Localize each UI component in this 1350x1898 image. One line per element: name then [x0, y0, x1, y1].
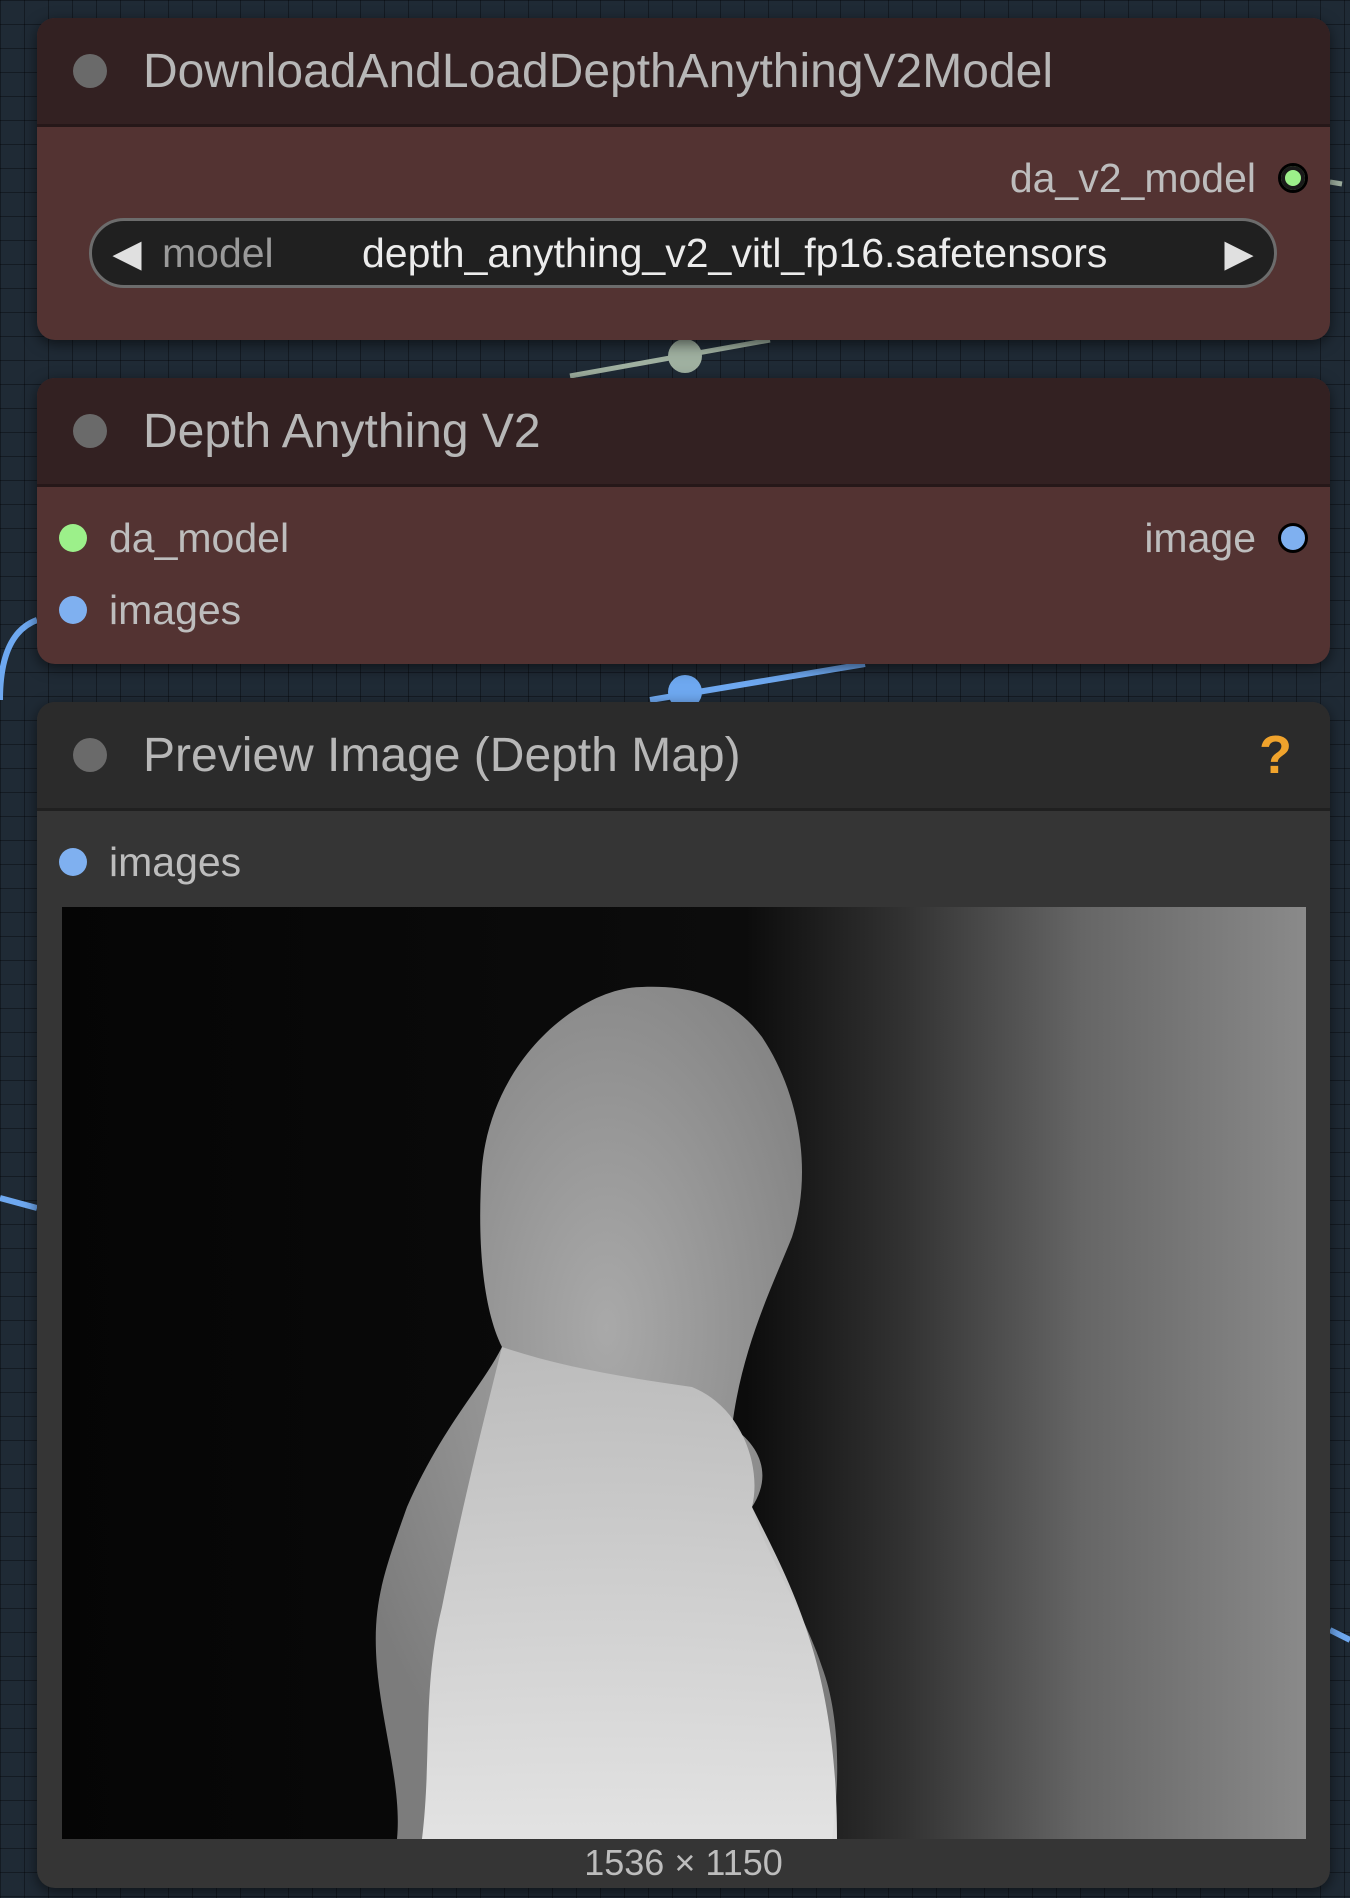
output-label: da_v2_model	[1009, 154, 1256, 201]
preview-image-node[interactable]: Preview Image (Depth Map) ? images 1536 …	[37, 702, 1330, 1888]
collapse-toggle[interactable]	[73, 54, 107, 88]
input-connector-dot[interactable]	[59, 848, 87, 876]
input-label: images	[109, 838, 242, 885]
output-connector-dot[interactable]	[1278, 523, 1308, 553]
model-combo-widget[interactable]: ◀ model depth_anything_v2_vitl_fp16.safe…	[89, 218, 1277, 288]
input-slot-images[interactable]: images	[59, 585, 241, 635]
node-header[interactable]: Preview Image (Depth Map) ?	[37, 702, 1330, 811]
node-header[interactable]: DownloadAndLoadDepthAnythingV2Model	[37, 18, 1330, 127]
collapse-toggle[interactable]	[73, 738, 107, 772]
input-label: da_model	[109, 514, 290, 561]
output-connector-dot[interactable]	[1278, 163, 1308, 193]
image-dimensions-label: 1536 × 1150	[584, 1842, 783, 1883]
depth-map-image	[62, 907, 1306, 1839]
input-slot-da-model[interactable]: da_model	[59, 513, 289, 563]
input-label: images	[109, 586, 242, 633]
node-title: DownloadAndLoadDepthAnythingV2Model	[143, 44, 1053, 98]
input-connector-dot[interactable]	[59, 596, 87, 624]
widget-value[interactable]: depth_anything_v2_vitl_fp16.safetensors	[362, 230, 1204, 277]
widget-label: model	[162, 229, 274, 276]
node-title: Depth Anything V2	[143, 404, 541, 458]
collapse-toggle[interactable]	[73, 414, 107, 448]
output-slot-image[interactable]: image	[1144, 513, 1308, 563]
next-arrow-icon[interactable]: ▶	[1204, 231, 1274, 276]
input-connector-dot[interactable]	[59, 524, 87, 552]
download-load-model-node[interactable]: DownloadAndLoadDepthAnythingV2Model da_v…	[37, 18, 1330, 340]
node-title: Preview Image (Depth Map)	[143, 728, 741, 782]
depth-anything-node[interactable]: Depth Anything V2 da_model images image	[37, 378, 1330, 664]
prev-arrow-icon[interactable]: ◀	[92, 231, 162, 276]
node-header[interactable]: Depth Anything V2	[37, 378, 1330, 487]
output-label: image	[1144, 514, 1256, 561]
depth-map-preview-image[interactable]	[62, 907, 1306, 1839]
input-slot-images[interactable]: images	[59, 837, 241, 887]
help-icon[interactable]: ?	[1259, 724, 1292, 786]
output-slot-da-v2-model[interactable]: da_v2_model	[1010, 153, 1308, 203]
